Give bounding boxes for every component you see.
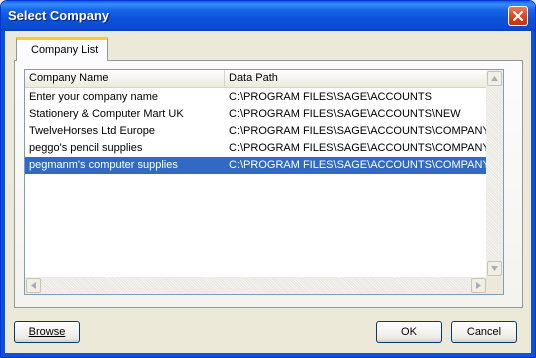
company-name-cell: peggo's pencil supplies bbox=[29, 142, 143, 154]
company-name-cell: TwelveHorses Ltd Europe bbox=[29, 125, 155, 137]
company-name-cell: Stationery & Computer Mart UK bbox=[29, 108, 184, 120]
list-item[interactable]: Enter your company name C:\PROGRAM FILES… bbox=[25, 89, 487, 106]
browse-button[interactable]: Browse bbox=[14, 321, 80, 343]
list-item[interactable]: pegmanm's computer supplies C:\PROGRAM F… bbox=[25, 157, 487, 174]
select-company-dialog: Select Company Company List Company Name… bbox=[0, 0, 536, 358]
chevron-left-icon bbox=[31, 282, 36, 289]
list-item[interactable]: Stationery & Computer Mart UK C:\PROGRAM… bbox=[25, 106, 487, 123]
list-item[interactable]: peggo's pencil supplies C:\PROGRAM FILES… bbox=[25, 140, 487, 157]
chevron-up-icon bbox=[491, 76, 498, 81]
data-path-cell: C:\PROGRAM FILES\SAGE\ACCOUNTS\COMPANY bbox=[229, 159, 487, 171]
list-header: Company Name Data Path bbox=[25, 70, 487, 88]
scroll-up-button[interactable] bbox=[487, 71, 502, 86]
cancel-button[interactable]: Cancel bbox=[451, 321, 517, 343]
company-name-cell: pegmanm's computer supplies bbox=[29, 159, 178, 171]
list-item[interactable]: TwelveHorses Ltd Europe C:\PROGRAM FILES… bbox=[25, 123, 487, 140]
scrollbar-corner bbox=[486, 277, 503, 294]
tab-label: Company List bbox=[31, 44, 99, 56]
company-listview[interactable]: Company Name Data Path Enter your compan… bbox=[24, 69, 504, 295]
data-path-cell: C:\PROGRAM FILES\SAGE\ACCOUNTS\NEW bbox=[229, 108, 461, 120]
scroll-left-button[interactable] bbox=[26, 278, 41, 293]
browse-button-label: Browse bbox=[28, 326, 66, 338]
tab-company-list[interactable]: Company List bbox=[16, 37, 108, 61]
column-header-data-path[interactable]: Data Path bbox=[225, 70, 487, 87]
ok-button[interactable]: OK bbox=[376, 321, 442, 343]
data-path-cell: C:\PROGRAM FILES\SAGE\ACCOUNTS\COMPANY. bbox=[229, 125, 487, 137]
title-bar[interactable]: Select Company bbox=[1, 1, 535, 31]
scroll-right-button[interactable] bbox=[471, 278, 486, 293]
vertical-scrollbar[interactable] bbox=[486, 70, 503, 277]
window-title: Select Company bbox=[8, 8, 110, 23]
chevron-down-icon bbox=[491, 266, 498, 271]
close-icon bbox=[513, 11, 523, 21]
cancel-button-label: Cancel bbox=[466, 326, 502, 338]
chevron-right-icon bbox=[476, 282, 481, 289]
window-frame-bottom bbox=[1, 353, 535, 357]
window-frame-left bbox=[1, 31, 5, 357]
scroll-down-button[interactable] bbox=[487, 261, 502, 276]
data-path-cell: C:\PROGRAM FILES\SAGE\ACCOUNTS bbox=[229, 91, 432, 103]
close-button[interactable] bbox=[508, 6, 528, 26]
horizontal-scrollbar[interactable] bbox=[25, 277, 487, 294]
company-name-cell: Enter your company name bbox=[29, 91, 159, 103]
list-rows: Enter your company name C:\PROGRAM FILES… bbox=[25, 89, 487, 174]
column-header-company-name[interactable]: Company Name bbox=[25, 70, 225, 87]
window-frame-right bbox=[531, 31, 535, 357]
ok-button-label: OK bbox=[401, 326, 417, 338]
data-path-cell: C:\PROGRAM FILES\SAGE\ACCOUNTS\COMPANY. bbox=[229, 142, 487, 154]
